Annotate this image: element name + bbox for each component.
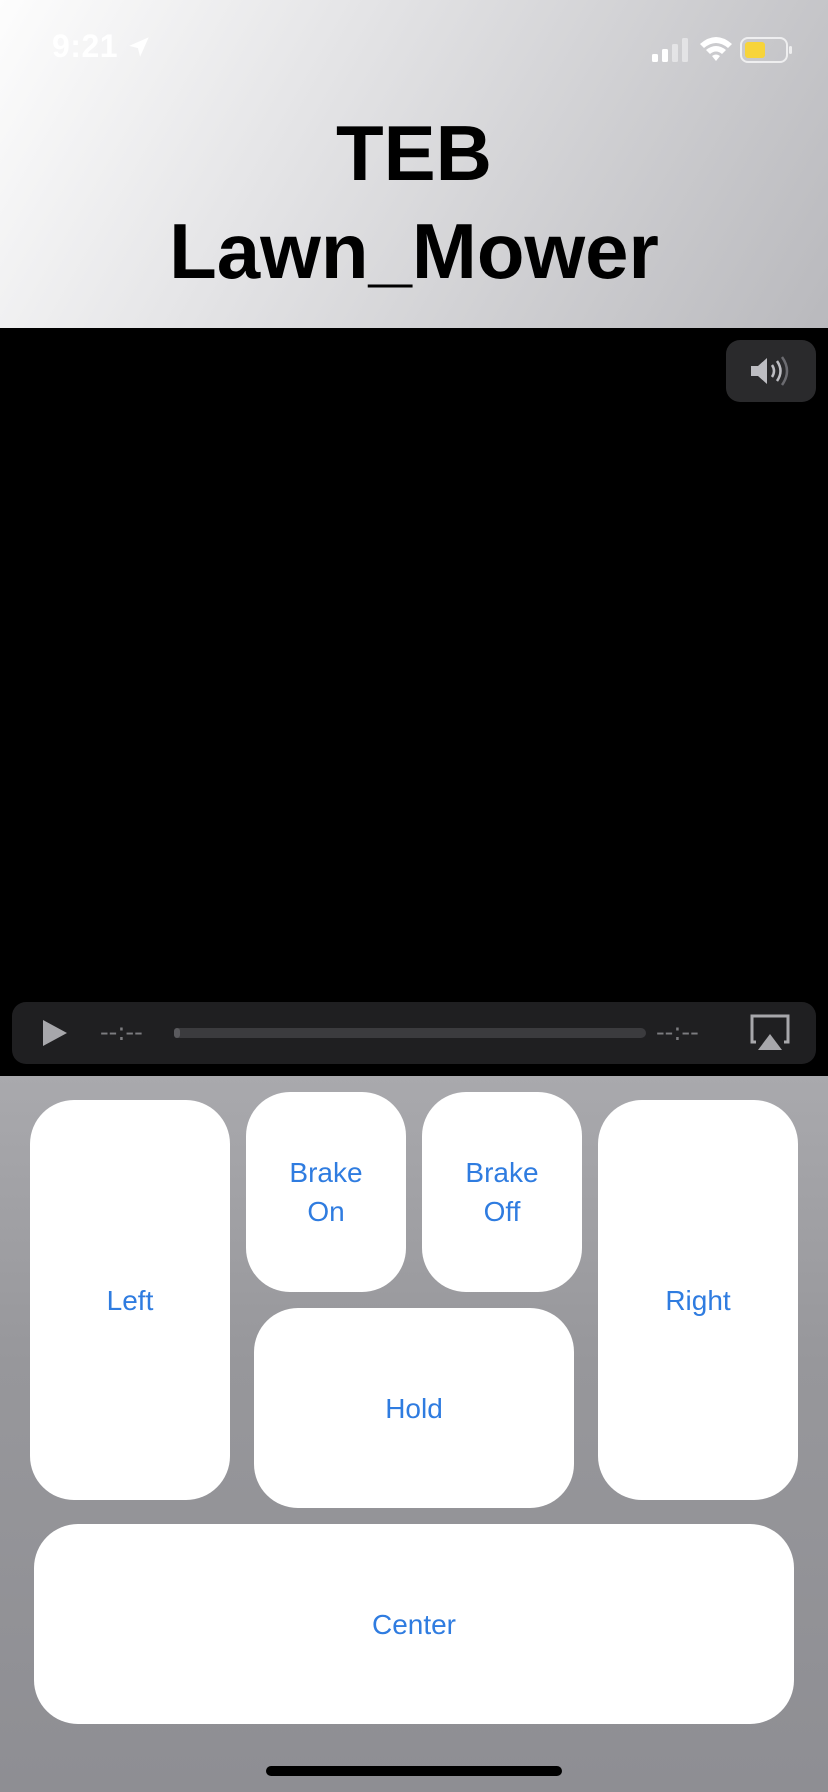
title-line-2: Lawn_Mower (169, 207, 659, 295)
location-arrow-icon (129, 37, 149, 57)
wifi-icon (700, 37, 732, 61)
brake-on-label-line-2: On (307, 1196, 345, 1227)
play-icon[interactable] (40, 1018, 70, 1048)
playback-controls: --:-- --:-- (12, 1002, 816, 1064)
video-player[interactable]: --:-- --:-- (0, 328, 828, 1076)
brake-off-button[interactable]: Brake Off (422, 1092, 582, 1292)
time-remaining: --:-- (656, 1018, 699, 1046)
cellular-signal-icon (652, 38, 688, 62)
left-button[interactable]: Left (30, 1100, 230, 1500)
app-header: 9:21 TEB Lawn_Mower (0, 0, 828, 328)
brake-off-label-line-2: Off (483, 1196, 521, 1227)
status-time: 9:21 (52, 28, 119, 64)
scrubber-knob[interactable] (174, 1028, 180, 1038)
home-indicator[interactable] (266, 1766, 562, 1776)
hold-button[interactable]: Hold (254, 1308, 574, 1508)
brake-on-button[interactable]: Brake On (246, 1092, 406, 1292)
center-button-label: Center (371, 1608, 457, 1640)
right-button-label: Right (665, 1284, 731, 1316)
page-title: TEB Lawn_Mower (0, 104, 828, 300)
airplay-icon[interactable] (750, 1014, 790, 1052)
left-button-label: Left (106, 1284, 154, 1316)
hold-button-label: Hold (385, 1392, 443, 1424)
center-button[interactable]: Center (34, 1524, 794, 1724)
control-panel: Left Brake On Brake Off Right Hold Cente… (0, 1076, 828, 1792)
time-elapsed: --:-- (100, 1018, 143, 1046)
speaker-volume-icon (751, 356, 789, 386)
volume-button[interactable] (726, 340, 816, 402)
brake-off-label-line-1: Brake (465, 1157, 539, 1188)
brake-on-label-line-1: Brake (289, 1157, 363, 1188)
progress-scrubber[interactable] (174, 1028, 646, 1038)
battery-low-power-icon (740, 37, 792, 63)
title-line-1: TEB (336, 109, 492, 197)
right-button[interactable]: Right (598, 1100, 798, 1500)
